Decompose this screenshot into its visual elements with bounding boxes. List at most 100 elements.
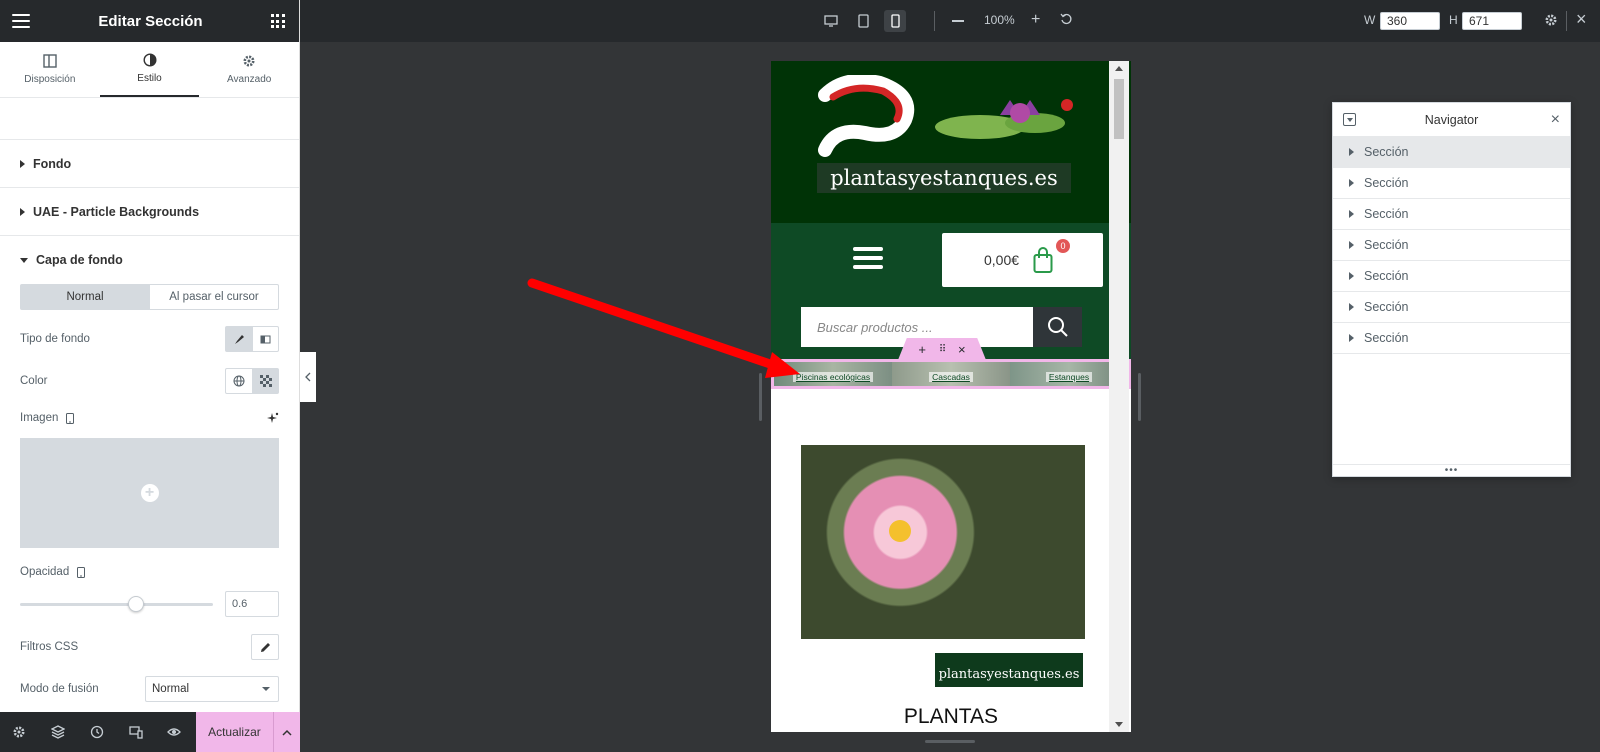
- accordion-background[interactable]: Fondo: [0, 140, 299, 188]
- state-tab-normal[interactable]: Normal: [21, 285, 149, 309]
- mobile-device-icon[interactable]: [77, 566, 86, 578]
- category-menu-strip: Piscinas ecológicas Cascadas Estanques: [771, 359, 1131, 389]
- width-label: W: [1364, 13, 1376, 27]
- blend-mode-select[interactable]: Normal: [145, 676, 279, 702]
- history-button[interactable]: [77, 712, 116, 752]
- navigator-item[interactable]: Sección: [1333, 168, 1570, 199]
- water-lily-image: [801, 445, 1085, 639]
- mobile-preview: plantasyestanques.es 0,00€ 0 Buscar prod…: [771, 61, 1131, 732]
- pencil-icon: [260, 642, 270, 652]
- panel-body: Fondo UAE - Particle Backgrounds Capa de…: [0, 98, 299, 712]
- toolbar-divider: [934, 11, 935, 31]
- zoom-out-icon[interactable]: [952, 14, 966, 28]
- gradient-icon[interactable]: [252, 327, 278, 351]
- navigator-button[interactable]: [39, 712, 78, 752]
- menu-icon[interactable]: [12, 14, 30, 28]
- resize-handle-right[interactable]: [1138, 373, 1141, 421]
- publish-options-button[interactable]: [273, 712, 300, 752]
- height-input[interactable]: 671: [1462, 12, 1522, 30]
- cart-total: 0,00€: [984, 252, 1020, 268]
- resize-handle-bottom[interactable]: [925, 740, 975, 743]
- drag-handle-icon[interactable]: ⠿: [939, 344, 946, 355]
- navigator-header: Navigator ×: [1333, 103, 1570, 137]
- settings-button[interactable]: [0, 712, 39, 752]
- delete-section-icon[interactable]: ×: [958, 342, 966, 357]
- caret-right-icon[interactable]: [1349, 210, 1354, 218]
- search-button[interactable]: [1033, 307, 1082, 347]
- slider-handle[interactable]: [127, 595, 144, 612]
- resize-handle-left[interactable]: [759, 373, 762, 421]
- cart-button[interactable]: 0,00€ 0: [942, 233, 1103, 287]
- koi-fish-logo: [818, 75, 1073, 157]
- tab-style[interactable]: Estilo: [99, 42, 200, 97]
- navigator-item[interactable]: Sección: [1333, 199, 1570, 230]
- mobile-icon[interactable]: [884, 10, 906, 32]
- site-logo-text: plantasyestanques.es: [817, 163, 1071, 193]
- tablet-icon[interactable]: [852, 10, 874, 32]
- navigator-item[interactable]: Sección: [1333, 230, 1570, 261]
- gear-icon[interactable]: [1544, 13, 1558, 32]
- desktop-icon[interactable]: [820, 10, 842, 32]
- mobile-device-icon[interactable]: [66, 412, 75, 424]
- add-image-icon: +: [140, 484, 159, 502]
- accordion-label: UAE - Particle Backgrounds: [33, 204, 200, 219]
- collapse-panel-button[interactable]: [300, 352, 316, 402]
- caret-right-icon[interactable]: [1349, 303, 1354, 311]
- update-button[interactable]: Actualizar: [195, 712, 274, 752]
- image-upload-area[interactable]: +: [20, 438, 279, 548]
- image-label: Imagen: [20, 412, 59, 424]
- preview-button[interactable]: [155, 712, 194, 752]
- widgets-grid-icon[interactable]: [270, 14, 285, 28]
- close-icon[interactable]: ×: [1551, 111, 1560, 129]
- reset-zoom-icon[interactable]: [1060, 13, 1073, 31]
- accordion-background-overlay[interactable]: Capa de fondo: [0, 236, 299, 284]
- zoom-in-icon[interactable]: +: [1031, 12, 1040, 28]
- section-handle: + ⠿ ×: [898, 338, 986, 360]
- caret-right-icon[interactable]: [1349, 241, 1354, 249]
- state-tab-hover[interactable]: Al pasar el cursor: [149, 285, 278, 309]
- responsive-mode-button[interactable]: [116, 712, 155, 752]
- panel-footer: Actualizar: [0, 712, 300, 752]
- color-control: Color: [0, 360, 299, 402]
- edit-filters-button[interactable]: [251, 634, 279, 660]
- navigator-item[interactable]: Sección: [1333, 137, 1570, 168]
- add-section-icon[interactable]: +: [918, 342, 926, 357]
- scroll-down-icon[interactable]: [1115, 722, 1123, 727]
- scroll-up-icon[interactable]: [1115, 66, 1123, 71]
- globe-icon[interactable]: [226, 369, 252, 393]
- caret-down-icon: [20, 257, 28, 263]
- chevron-left-icon: [305, 372, 311, 382]
- caret-right-icon[interactable]: [1349, 179, 1354, 187]
- tab-layout[interactable]: Disposición: [0, 42, 100, 97]
- caret-right-icon[interactable]: [1349, 334, 1354, 342]
- width-input[interactable]: 360: [1380, 12, 1440, 30]
- navigator-item[interactable]: Sección: [1333, 292, 1570, 323]
- color-buttons: [225, 368, 279, 394]
- tab-label: Avanzado: [227, 74, 272, 85]
- opacity-slider[interactable]: [20, 595, 213, 612]
- tab-advanced[interactable]: Avanzado: [199, 42, 299, 97]
- close-icon[interactable]: ×: [1576, 9, 1587, 30]
- menu-item-waterfalls[interactable]: Cascadas: [892, 362, 1010, 386]
- preview-scrollbar[interactable]: [1109, 61, 1129, 732]
- accordion-particles[interactable]: UAE - Particle Backgrounds: [0, 188, 299, 236]
- menu-item-natural-pools[interactable]: Piscinas ecológicas: [774, 362, 892, 386]
- caret-right-icon[interactable]: [1349, 148, 1354, 156]
- navigator-item[interactable]: Sección: [1333, 323, 1570, 354]
- brush-icon[interactable]: [226, 327, 252, 351]
- scroll-thumb[interactable]: [1114, 79, 1124, 139]
- opacity-label: Opacidad: [20, 566, 70, 578]
- collapse-all-icon[interactable]: [1343, 113, 1356, 126]
- shopping-bag-icon: [1033, 247, 1053, 273]
- ai-sparkle-icon[interactable]: [267, 412, 279, 424]
- navigator-resize-handle[interactable]: •••: [1333, 464, 1570, 476]
- plants-heading: PLANTAS: [903, 705, 999, 728]
- panel-title: Editar Sección: [98, 12, 203, 30]
- mobile-menu-icon[interactable]: [853, 247, 883, 269]
- navigator-item-label: Sección: [1364, 145, 1409, 159]
- navigator-item[interactable]: Sección: [1333, 261, 1570, 292]
- caret-right-icon[interactable]: [1349, 272, 1354, 280]
- css-filters-label: Filtros CSS: [20, 641, 79, 653]
- opacity-input[interactable]: 0.6: [225, 591, 279, 617]
- transparent-checker-icon[interactable]: [252, 369, 278, 393]
